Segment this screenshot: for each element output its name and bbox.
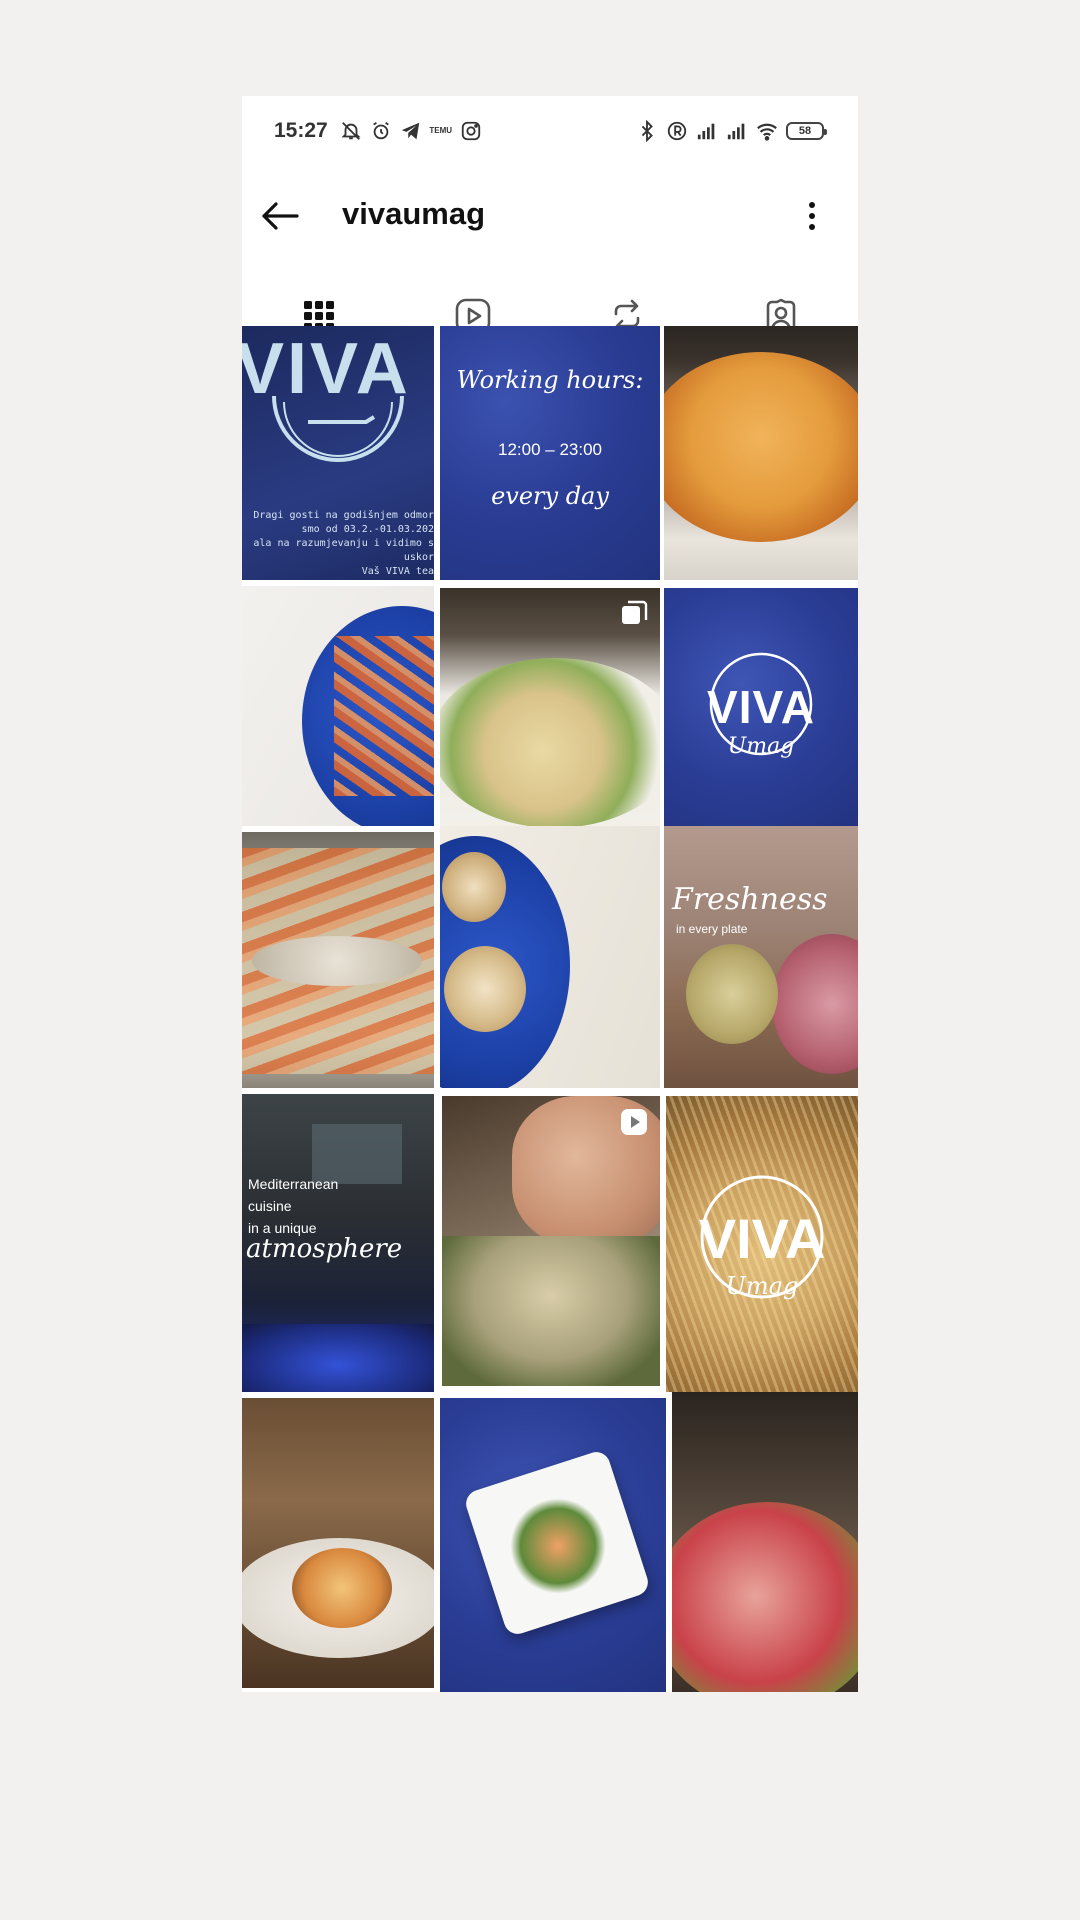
working-hours-time: 12:00 – 23:00 <box>498 440 602 459</box>
dish-image <box>442 1236 660 1386</box>
post-octopus-salad[interactable] <box>672 1392 858 1692</box>
post-working-hours[interactable]: Working hours: 12:00 – 23:00 every day <box>440 326 660 580</box>
signal-icon-1 <box>696 120 718 142</box>
knife-smile-logo <box>272 395 404 462</box>
carousel-icon <box>622 600 648 624</box>
arrow-left-icon <box>262 202 299 230</box>
post-langoustines[interactable] <box>242 586 434 826</box>
working-hours-heading: Working hours: <box>456 366 644 394</box>
status-bar: 15:27 TEMU 58 <box>242 96 858 166</box>
salad-plate-image <box>440 658 660 826</box>
freshness-script: Freshness <box>672 882 828 917</box>
post-reel-cooking[interactable] <box>442 1096 660 1386</box>
bluetooth-icon <box>636 120 658 142</box>
post-shrimp-plate[interactable] <box>440 1398 666 1692</box>
scallop-image-2 <box>442 852 506 922</box>
post-viva-logo[interactable]: VIVA Umag <box>664 588 858 826</box>
post-carpaccio[interactable] <box>440 588 660 826</box>
freshness-sub: in every plate <box>676 922 748 936</box>
temu-icon: TEMU <box>429 120 453 142</box>
interior-image <box>312 1124 402 1184</box>
temu-label: TEMU <box>429 126 453 135</box>
viva-logo-text: VIVA <box>707 681 815 733</box>
more-options-button[interactable] <box>802 194 822 238</box>
viva-logo-text: VIVA <box>698 1207 826 1270</box>
bell-muted-icon <box>340 120 362 142</box>
more-vertical-icon <box>809 202 815 230</box>
notice-line-5: Vaš VIVA tea <box>361 566 434 577</box>
cheese-ball-image <box>686 944 778 1044</box>
signal-icon-2 <box>726 120 748 142</box>
telegram-icon <box>400 120 422 142</box>
atmosphere-line-2: cuisine <box>248 1198 292 1214</box>
instagram-icon <box>460 120 482 142</box>
umag-logo-text: Umag <box>725 1272 799 1300</box>
salad-bowl-image <box>672 1502 858 1692</box>
working-hours-footer: every day <box>491 482 609 510</box>
blue-light-image <box>242 1324 434 1392</box>
fish-image <box>252 936 422 986</box>
atmosphere-line-1: Mediterranean <box>248 1176 339 1192</box>
post-pizza[interactable] <box>664 326 858 580</box>
post-viva-notice[interactable]: VIVA Dragi gosti na godišnjem odmor smo … <box>242 326 434 580</box>
post-freshness[interactable]: Freshness in every plate <box>664 826 858 1088</box>
post-seafood-platter[interactable] <box>242 832 434 1088</box>
shrimp-salad-image <box>510 1498 606 1594</box>
atmosphere-script: atmosphere <box>246 1234 403 1264</box>
phone-screen: 15:27 TEMU 58 vivaumag VIVA Dragi gosti … <box>242 96 858 1692</box>
notice-line-4: uskor <box>403 552 434 563</box>
langoustines-image <box>334 636 434 796</box>
pizza-image <box>664 352 858 542</box>
back-button[interactable] <box>258 194 302 238</box>
reel-icon <box>621 1109 647 1135</box>
scallop-image <box>444 946 526 1032</box>
status-time: 15:27 <box>274 119 328 142</box>
notice-line-2: smo od 03.2.-01.03.202 <box>301 524 434 535</box>
profile-username: vivaumag <box>342 196 486 231</box>
post-scallops[interactable] <box>440 826 660 1088</box>
wifi-icon <box>756 120 778 142</box>
notice-line-1: Dragi gosti na godišnjem odmor <box>253 510 434 521</box>
app-header: vivaumag <box>242 166 858 266</box>
pasta-image <box>292 1548 392 1628</box>
post-atmosphere[interactable]: Mediterranean cuisine in a unique atmosp… <box>242 1094 434 1392</box>
post-viva-pasta[interactable]: VIVA Umag <box>666 1096 858 1392</box>
roaming-icon <box>666 120 688 142</box>
post-pasta-plate[interactable] <box>242 1398 434 1688</box>
umag-logo-text: Umag <box>727 734 795 759</box>
notice-line-3: ala na razumjevanju i vidimo s <box>253 538 434 549</box>
alarm-icon <box>370 120 392 142</box>
salami-image <box>772 934 858 1074</box>
battery-indicator: 58 <box>786 122 827 140</box>
